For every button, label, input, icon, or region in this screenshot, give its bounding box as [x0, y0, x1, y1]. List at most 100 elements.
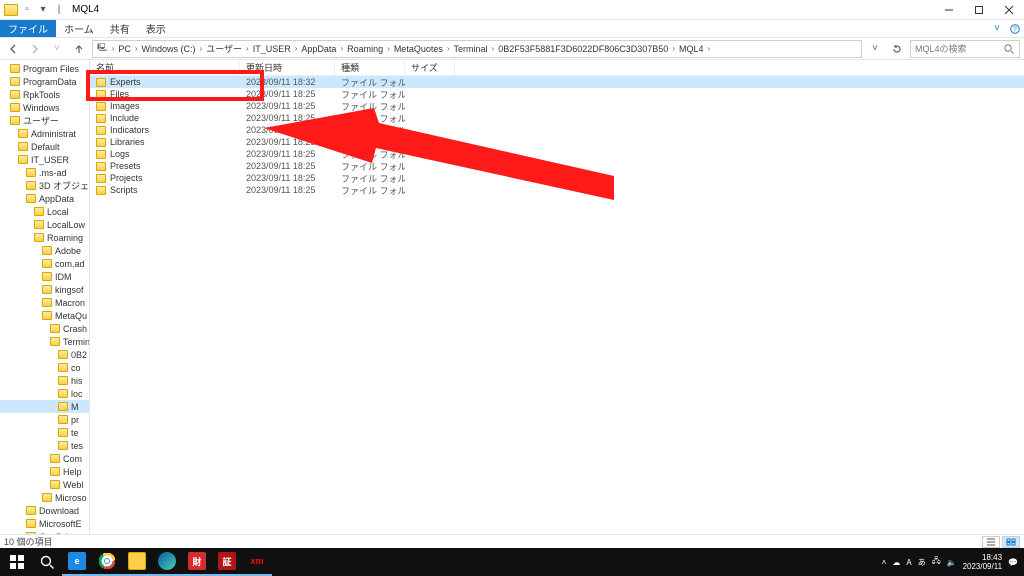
breadcrumb-seg[interactable]: MetaQuotes: [392, 44, 445, 54]
tab-view[interactable]: 表示: [138, 20, 174, 37]
table-row[interactable]: Images2023/09/11 18:25ファイル フォルダー: [90, 100, 1024, 112]
tree-item[interactable]: 3D オブジェ: [0, 179, 89, 192]
minimize-button[interactable]: [934, 0, 964, 20]
tree-item[interactable]: IDM: [0, 270, 89, 283]
tree-item[interactable]: te: [0, 426, 89, 439]
table-row[interactable]: Libraries2023/09/11 18:25ファイル フォルダー: [90, 136, 1024, 148]
breadcrumb-seg[interactable]: PC: [116, 44, 133, 54]
taskbar-app-xm[interactable]: xm: [242, 548, 272, 576]
tab-file[interactable]: ファイル: [0, 20, 56, 37]
tree-item[interactable]: his: [0, 374, 89, 387]
tree-item[interactable]: Local: [0, 205, 89, 218]
recent-dropdown[interactable]: ˅: [48, 40, 66, 58]
tree-item[interactable]: ユーザー: [0, 114, 89, 127]
col-type[interactable]: 種類: [335, 60, 405, 75]
ribbon-expand-icon[interactable]: ˅: [988, 20, 1006, 37]
tray-ime-a[interactable]: A: [906, 558, 911, 567]
tree-item[interactable]: tes: [0, 439, 89, 452]
breadcrumb[interactable]: 🖳›PC›Windows (C:)›ユーザー›IT_USER›AppData›R…: [92, 40, 862, 58]
table-row[interactable]: Include2023/09/11 18:25ファイル フォルダー: [90, 112, 1024, 124]
tree-item[interactable]: .ms-ad: [0, 166, 89, 179]
tab-share[interactable]: 共有: [102, 20, 138, 37]
table-row[interactable]: Scripts2023/09/11 18:25ファイル フォルダー: [90, 184, 1024, 196]
taskbar-app-red2[interactable]: 証: [212, 548, 242, 576]
view-icons-button[interactable]: [1002, 536, 1020, 548]
tray-onedrive-icon[interactable]: ☁: [892, 558, 900, 567]
tree-item[interactable]: ProgramData: [0, 75, 89, 88]
tree-item[interactable]: kingsof: [0, 283, 89, 296]
back-button[interactable]: [4, 40, 22, 58]
address-dropdown[interactable]: ˅: [866, 40, 884, 58]
up-button[interactable]: [70, 40, 88, 58]
tree-item[interactable]: Default: [0, 140, 89, 153]
tree-item[interactable]: Termin: [0, 335, 89, 348]
tree-item[interactable]: Administrat: [0, 127, 89, 140]
tab-home[interactable]: ホーム: [56, 20, 102, 37]
qat-props-icon[interactable]: ▫: [20, 3, 34, 17]
system-tray[interactable]: ˄ ☁ A あ 🖧 🔈 18:43 2023/09/11 💬: [882, 553, 1022, 571]
tree-item[interactable]: pr: [0, 413, 89, 426]
tree-item[interactable]: Com: [0, 452, 89, 465]
breadcrumb-seg[interactable]: Windows (C:): [140, 44, 198, 54]
tree-item[interactable]: MicrosoftE: [0, 517, 89, 530]
tree-item[interactable]: AppData: [0, 192, 89, 205]
tray-chevron-icon[interactable]: ˄: [882, 558, 887, 567]
tree-item[interactable]: Program Files: [0, 62, 89, 75]
tree-item[interactable]: OneDrive: [0, 530, 89, 534]
tree-item[interactable]: co: [0, 361, 89, 374]
tree-item[interactable]: Windows: [0, 101, 89, 114]
tree-item[interactable]: Microso: [0, 491, 89, 504]
tree-item[interactable]: M: [0, 400, 89, 413]
taskbar-app-red1[interactable]: 財: [182, 548, 212, 576]
tree-item[interactable]: Roaming: [0, 231, 89, 244]
start-button[interactable]: [2, 548, 32, 576]
taskbar-edge[interactable]: [152, 548, 182, 576]
help-icon[interactable]: ?: [1006, 20, 1024, 37]
taskbar-ie[interactable]: e: [62, 548, 92, 576]
file-list[interactable]: 名前 更新日時 種類 サイズ Experts2023/09/11 18:32ファ…: [90, 60, 1024, 534]
tray-notifications-icon[interactable]: 💬: [1008, 558, 1018, 567]
close-button[interactable]: [994, 0, 1024, 20]
tray-network-icon[interactable]: 🖧: [932, 555, 941, 569]
breadcrumb-seg[interactable]: Terminal: [452, 44, 490, 54]
tree-item[interactable]: RpkTools: [0, 88, 89, 101]
breadcrumb-seg[interactable]: 0B2F53F5881F3D6022DF806C3D307B50: [496, 44, 670, 54]
tree-item[interactable]: LocalLow: [0, 218, 89, 231]
tree-item[interactable]: Help: [0, 465, 89, 478]
tray-ime-kana[interactable]: あ: [918, 557, 926, 568]
tree-item[interactable]: Download: [0, 504, 89, 517]
breadcrumb-seg[interactable]: ユーザー: [204, 42, 244, 55]
taskbar-explorer[interactable]: [122, 548, 152, 576]
breadcrumb-seg[interactable]: IT_USER: [251, 44, 293, 54]
table-row[interactable]: Presets2023/09/11 18:25ファイル フォルダー: [90, 160, 1024, 172]
tree-item[interactable]: loc: [0, 387, 89, 400]
table-row[interactable]: Indicators2023/09/11 18:25ファイル フォルダー: [90, 124, 1024, 136]
table-row[interactable]: Projects2023/09/11 18:25ファイル フォルダー: [90, 172, 1024, 184]
search-input[interactable]: MQL4の検索: [910, 40, 1020, 58]
tree-item[interactable]: Webl: [0, 478, 89, 491]
tree-item[interactable]: com.ad: [0, 257, 89, 270]
folder-icon: [96, 114, 106, 123]
tree-item[interactable]: IT_USER: [0, 153, 89, 166]
tree-item[interactable]: Crash: [0, 322, 89, 335]
tree-item[interactable]: Macron: [0, 296, 89, 309]
qat-dropdown-icon[interactable]: ▾: [36, 3, 50, 17]
tree-item[interactable]: Adobe: [0, 244, 89, 257]
taskbar[interactable]: e 財 証 xm ˄ ☁ A あ 🖧 🔈 18:43 2023/09/11 💬: [0, 548, 1024, 576]
nav-tree[interactable]: Program FilesProgramDataRpkToolsWindowsユ…: [0, 60, 90, 534]
maximize-button[interactable]: [964, 0, 994, 20]
forward-button[interactable]: [26, 40, 44, 58]
col-size[interactable]: サイズ: [405, 60, 455, 75]
tree-item[interactable]: 0B2: [0, 348, 89, 361]
tray-volume-icon[interactable]: 🔈: [947, 558, 957, 567]
search-taskbar-button[interactable]: [32, 548, 62, 576]
refresh-button[interactable]: [888, 43, 906, 55]
taskbar-chrome[interactable]: [92, 548, 122, 576]
table-row[interactable]: Logs2023/09/11 18:25ファイル フォルダー: [90, 148, 1024, 160]
breadcrumb-seg[interactable]: Roaming: [345, 44, 385, 54]
breadcrumb-seg[interactable]: AppData: [299, 44, 338, 54]
taskbar-clock[interactable]: 18:43 2023/09/11: [963, 553, 1002, 571]
view-details-button[interactable]: [982, 536, 1000, 548]
breadcrumb-seg[interactable]: MQL4: [677, 44, 706, 54]
tree-item[interactable]: MetaQu: [0, 309, 89, 322]
